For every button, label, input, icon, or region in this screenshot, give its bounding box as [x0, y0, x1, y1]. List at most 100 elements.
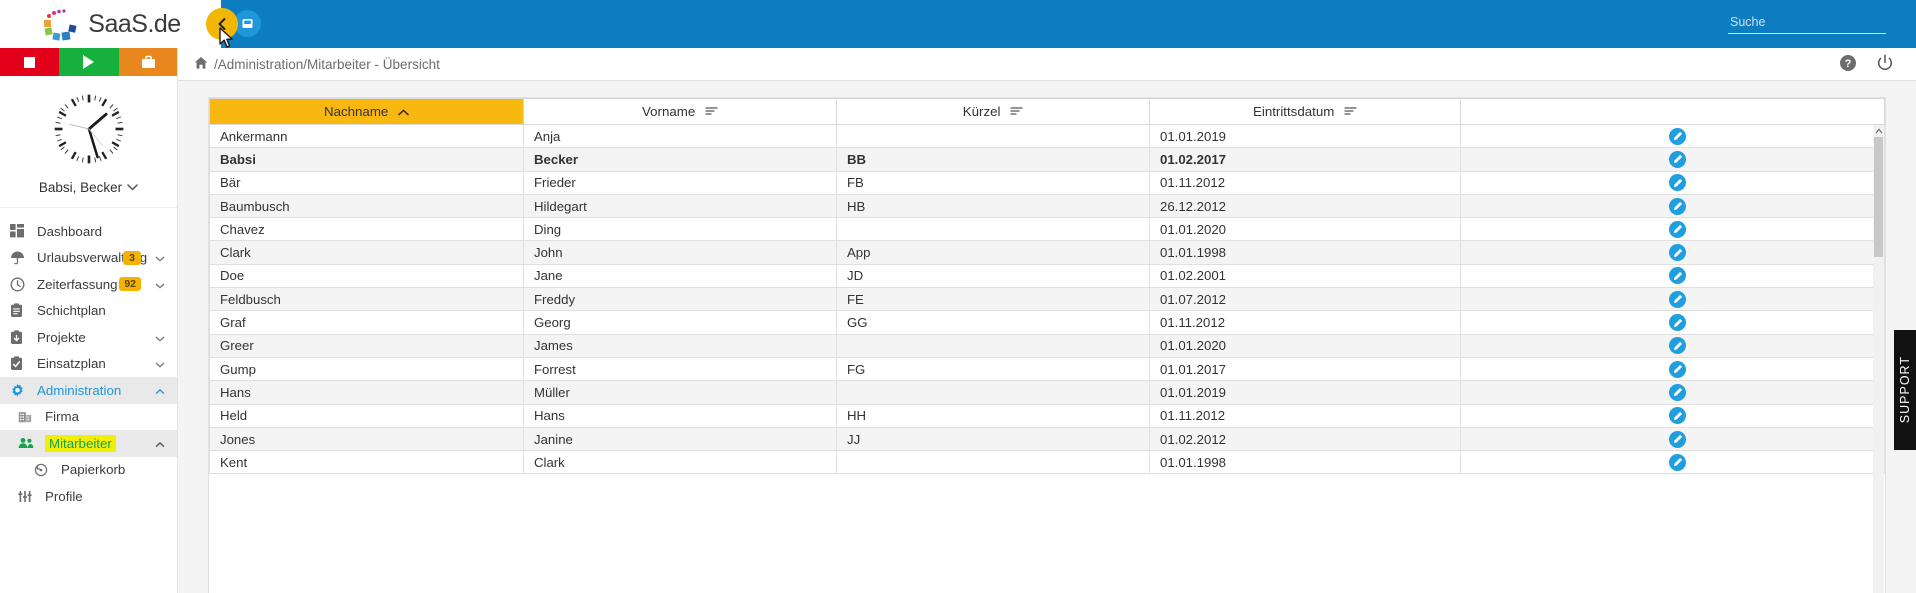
app-logo[interactable]: SaaS.de — [0, 0, 221, 48]
edit-pencil-icon[interactable] — [1669, 197, 1686, 215]
column-header-eintrittsdatum[interactable]: Eintrittsdatum — [1149, 98, 1461, 125]
table-row[interactable]: Baumbusch Hildegart HB 26.12.2012 — [209, 193, 1885, 219]
break-button[interactable] — [118, 48, 177, 76]
employee-table: Nachname Vorname Kürzel Eintrittsdatum A… — [209, 98, 1885, 475]
edit-pencil-icon[interactable] — [1669, 174, 1686, 192]
sidebar-item-firma[interactable]: Firma — [0, 404, 177, 431]
edit-pencil-icon[interactable] — [1669, 220, 1686, 238]
sidebar-item-dashboard[interactable]: Dashboard — [0, 218, 177, 245]
table-row[interactable]: Gump Forrest FG 01.01.2017 — [209, 356, 1885, 382]
cell-vorname: Jane — [523, 263, 837, 289]
column-header-vorname[interactable]: Vorname — [523, 98, 837, 125]
table-row[interactable]: Chavez Ding 01.01.2020 — [209, 217, 1885, 242]
search-box[interactable] — [1728, 13, 1886, 34]
table-row[interactable]: Babsi Becker BB 01.02.2017 — [209, 147, 1885, 172]
filter-icon[interactable] — [705, 104, 718, 119]
edit-pencil-icon[interactable] — [1669, 337, 1686, 355]
cell-kuerzel: FB — [836, 170, 1150, 195]
table-row[interactable]: Hans Müller 01.01.2019 — [209, 380, 1885, 405]
table-row[interactable]: Jones Janine JJ 01.02.2012 — [209, 426, 1885, 452]
edit-pencil-icon[interactable] — [1669, 407, 1686, 425]
cell-vorname: Hildegart — [523, 193, 837, 219]
sidebar-item-einsatzplan[interactable]: Einsatzplan — [0, 351, 177, 378]
edit-pencil-icon[interactable] — [1669, 127, 1686, 145]
column-header-nachname[interactable]: Nachname — [209, 98, 524, 125]
cell-vorname: Becker — [523, 147, 837, 172]
user-menu[interactable]: Babsi, Becker — [39, 180, 138, 195]
support-tab-label: SUPPORT — [1898, 356, 1912, 424]
table-row[interactable]: Bär Frieder FB 01.11.2012 — [209, 170, 1885, 195]
home-icon[interactable] — [194, 56, 208, 73]
filter-icon[interactable] — [1344, 104, 1357, 119]
column-label: Kürzel — [962, 103, 1001, 119]
sidebar-item-projekte[interactable]: Projekte — [0, 324, 177, 351]
main-content: /Administration/Mitarbeiter - Übersicht … — [178, 48, 1916, 593]
chevron-down-icon[interactable] — [155, 356, 165, 371]
page-body: Nachname Vorname Kürzel Eintrittsdatum A… — [178, 81, 1916, 593]
scroll-up-arrow[interactable] — [1873, 125, 1884, 137]
chevron-up-icon[interactable] — [155, 436, 165, 451]
cell-kuerzel: FG — [836, 356, 1150, 382]
breadcrumb-path: /Administration/Mitarbeiter - Übersicht — [214, 56, 440, 72]
sidebar-item-mitarbeiter[interactable]: Mitarbeiter — [0, 430, 177, 457]
edit-pencil-icon[interactable] — [1669, 244, 1686, 262]
checklist-icon — [10, 356, 31, 371]
chevron-down-icon[interactable] — [155, 330, 165, 345]
table-row[interactable]: Clark John App 01.01.1998 — [209, 240, 1885, 265]
scrollbar-thumb[interactable] — [1874, 137, 1883, 257]
breadcrumb: /Administration/Mitarbeiter - Übersicht … — [178, 48, 1916, 81]
chevron-down-icon[interactable] — [155, 250, 165, 265]
sidebar: Babsi, Becker Dashboard Urlaubsverwaltun… — [0, 48, 178, 593]
table-row[interactable]: Ankermann Anja 01.01.2019 — [209, 123, 1885, 149]
cell-actions — [1460, 193, 1885, 219]
search-input[interactable] — [1728, 13, 1886, 34]
sidebar-item-profile[interactable]: Profile — [0, 483, 177, 510]
sidebar-item-urlaubsverwaltung[interactable]: Urlaubsverwaltung 3 — [0, 245, 177, 272]
table-row[interactable]: Doe Jane JD 01.02.2001 — [209, 263, 1885, 289]
edit-pencil-icon[interactable] — [1669, 453, 1686, 471]
edit-pencil-icon[interactable] — [1669, 267, 1686, 285]
chevron-up-icon[interactable] — [155, 383, 165, 398]
cell-eintritt: 01.11.2012 — [1149, 403, 1461, 428]
cell-actions — [1460, 310, 1885, 335]
sidebar-item-zeiterfassung[interactable]: Zeiterfassung 92 — [0, 271, 177, 298]
dashboard-icon — [10, 224, 31, 238]
stop-button[interactable] — [0, 48, 60, 76]
sidebar-nav: Dashboard Urlaubsverwaltung 3 Zeiterfass… — [0, 208, 177, 510]
logo-icon — [44, 9, 77, 41]
cell-kuerzel — [836, 380, 1150, 405]
table-row[interactable]: Graf Georg GG 01.11.2012 — [209, 310, 1885, 335]
help-icon[interactable]: ? — [1839, 54, 1857, 75]
filter-icon[interactable] — [1010, 104, 1023, 119]
support-tab[interactable]: SUPPORT — [1894, 330, 1916, 450]
table-row[interactable]: Held Hans HH 01.11.2012 — [209, 403, 1885, 428]
edit-pencil-icon[interactable] — [1669, 383, 1686, 401]
cell-nachname: Jones — [209, 426, 524, 452]
edit-pencil-icon[interactable] — [1669, 430, 1686, 448]
table-row[interactable]: Feldbusch Freddy FE 01.07.2012 — [209, 287, 1885, 312]
sidebar-item-administration[interactable]: Administration — [0, 377, 177, 404]
cell-vorname: Forrest — [523, 356, 837, 382]
cell-nachname: Bär — [209, 170, 524, 195]
start-button[interactable] — [59, 48, 119, 76]
chevron-left-icon — [218, 18, 226, 30]
sidebar-item-papierkorb[interactable]: Papierkorb — [0, 457, 177, 484]
employee-table-card: Nachname Vorname Kürzel Eintrittsdatum A… — [208, 97, 1886, 593]
edit-pencil-icon[interactable] — [1669, 290, 1686, 308]
cell-vorname: Clark — [523, 450, 837, 475]
sidebar-item-schichtplan[interactable]: Schichtplan — [0, 298, 177, 325]
column-header-kuerzel[interactable]: Kürzel — [836, 98, 1150, 125]
chevron-down-icon[interactable] — [155, 277, 165, 292]
power-icon[interactable] — [1876, 54, 1894, 75]
edit-pencil-icon[interactable] — [1669, 314, 1686, 332]
edit-pencil-icon[interactable] — [1669, 150, 1686, 168]
table-row[interactable]: Greer James 01.01.2020 — [209, 333, 1885, 358]
collapse-sidebar-button[interactable] — [206, 8, 238, 40]
cell-nachname: Held — [209, 403, 524, 428]
table-row[interactable]: Kent Clark 01.01.1998 — [209, 450, 1885, 475]
table-scrollbar[interactable] — [1873, 125, 1884, 593]
cell-nachname: Baumbusch — [209, 193, 524, 219]
cell-actions — [1460, 240, 1885, 265]
window-button[interactable] — [234, 10, 261, 37]
edit-pencil-icon[interactable] — [1669, 360, 1686, 378]
